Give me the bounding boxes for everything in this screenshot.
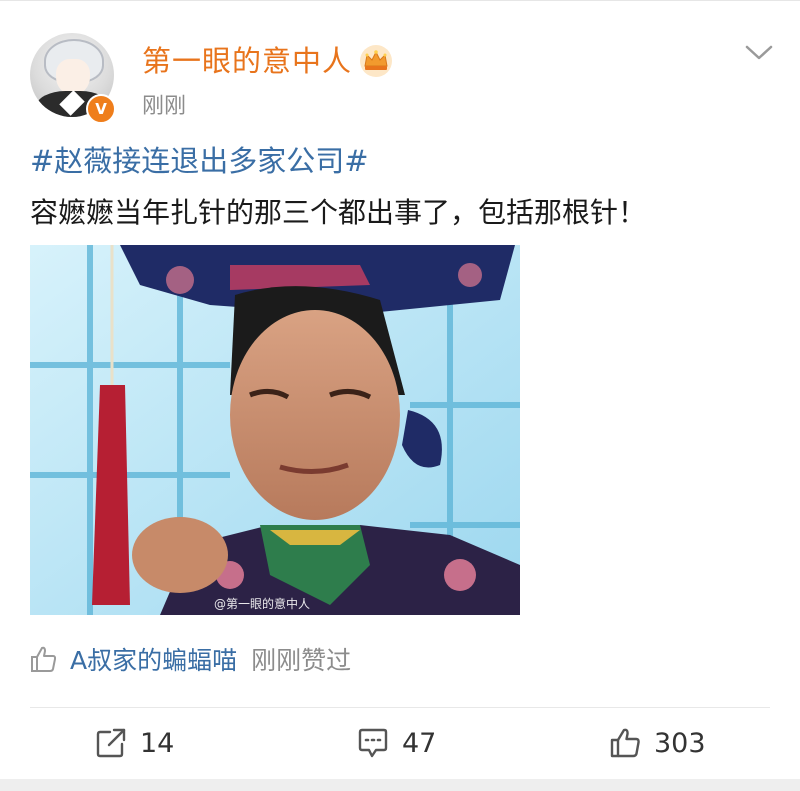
liker-name[interactable]: A叔家的蝙蝠喵: [70, 641, 237, 677]
topic-link[interactable]: #赵薇接连退出多家公司#: [30, 141, 369, 181]
chevron-down-icon[interactable]: [744, 43, 774, 63]
username[interactable]: 第一眼的意中人: [142, 41, 352, 81]
comment-icon: [358, 728, 388, 758]
post-image[interactable]: [30, 245, 520, 615]
thumbs-up-icon: [31, 646, 57, 672]
liked-text: 刚刚赞过: [251, 646, 352, 675]
comment-button[interactable]: 47: [356, 723, 436, 763]
post-card: V 第一眼的意中人 刚刚 #赵薇接连退出多家公司# 容嬷嬷当年扎针的那三个都出事…: [0, 0, 800, 779]
share-icon: [96, 728, 126, 758]
liked-by-row: A叔家的蝙蝠喵 刚刚赞过: [28, 641, 351, 677]
verified-badge-icon: V: [86, 94, 116, 124]
like-button[interactable]: 303: [608, 723, 706, 763]
divider: [30, 707, 770, 708]
crown-icon: [360, 45, 392, 77]
image-watermark: @第一眼的意中人: [214, 597, 311, 611]
post-time: 刚刚: [142, 94, 187, 119]
share-button[interactable]: 14: [94, 723, 174, 763]
share-count: 14: [140, 727, 175, 759]
post-text: 容嬷嬷当年扎针的那三个都出事了，包括那根针！: [30, 196, 647, 229]
comment-count: 47: [402, 727, 437, 759]
like-count: 303: [654, 727, 706, 759]
thumbs-up-icon: [610, 728, 640, 758]
